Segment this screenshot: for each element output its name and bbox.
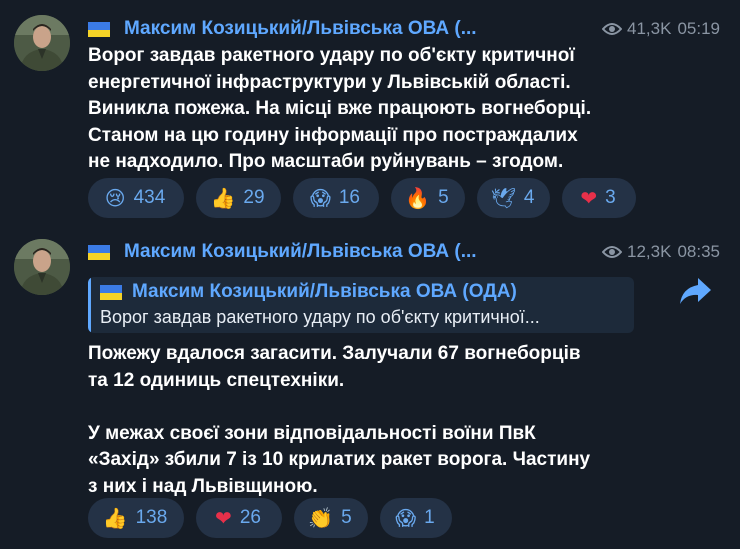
clapping-hands-icon: 👏 [308, 506, 334, 530]
channel-name[interactable]: Максим Козицький/Львівська ОВА (... [124, 241, 602, 263]
post-meta: 12,3K 08:35 [602, 242, 720, 262]
reply-author: Максим Козицький/Львівська ОВА (ОДА) [100, 281, 517, 303]
reply-quote[interactable]: Максим Козицький/Львівська ОВА (ОДА) Вор… [88, 277, 634, 333]
reaction-count: 1 [424, 507, 435, 528]
reply-accent-bar [88, 277, 91, 333]
reply-preview-text: Ворог завдав ракетного удару по об'єкту … [100, 307, 540, 327]
reply-author-name: Максим Козицький/Львівська ОВА (ОДА) [132, 281, 517, 302]
reaction-thumbs-up[interactable]: 👍 138 [88, 498, 184, 538]
reaction-count: 138 [135, 507, 168, 528]
reaction-clapping[interactable]: 👏 5 [294, 498, 368, 538]
post-header: Максим Козицький/Львівська ОВА (... 12,3… [88, 239, 720, 265]
reactions-bar: 👍 138 ❤ 26 👏 5 😱 1 [88, 498, 452, 538]
reaction-heart[interactable]: ❤ 26 [196, 498, 282, 538]
post-time: 08:35 [677, 242, 720, 261]
ukraine-flag-icon [88, 244, 110, 260]
message-post-2: Максим Козицький/Львівська ОВА (... 12,3… [0, 0, 740, 549]
ukraine-flag-icon [100, 284, 122, 300]
reaction-count: 26 [239, 507, 261, 528]
channel-avatar[interactable] [14, 239, 70, 295]
thumbs-up-icon: 👍 [102, 506, 128, 530]
post-text: Пожежу вдалося загасити. Залучали 67 вог… [88, 343, 591, 497]
screaming-face-icon: 😱 [395, 506, 417, 530]
share-arrow-icon[interactable] [678, 276, 712, 306]
view-count: 12,3K [627, 242, 672, 261]
heart-icon: ❤ [215, 506, 232, 530]
eye-icon [602, 246, 623, 258]
reaction-screaming[interactable]: 😱 1 [380, 498, 452, 538]
reaction-count: 5 [341, 507, 352, 528]
